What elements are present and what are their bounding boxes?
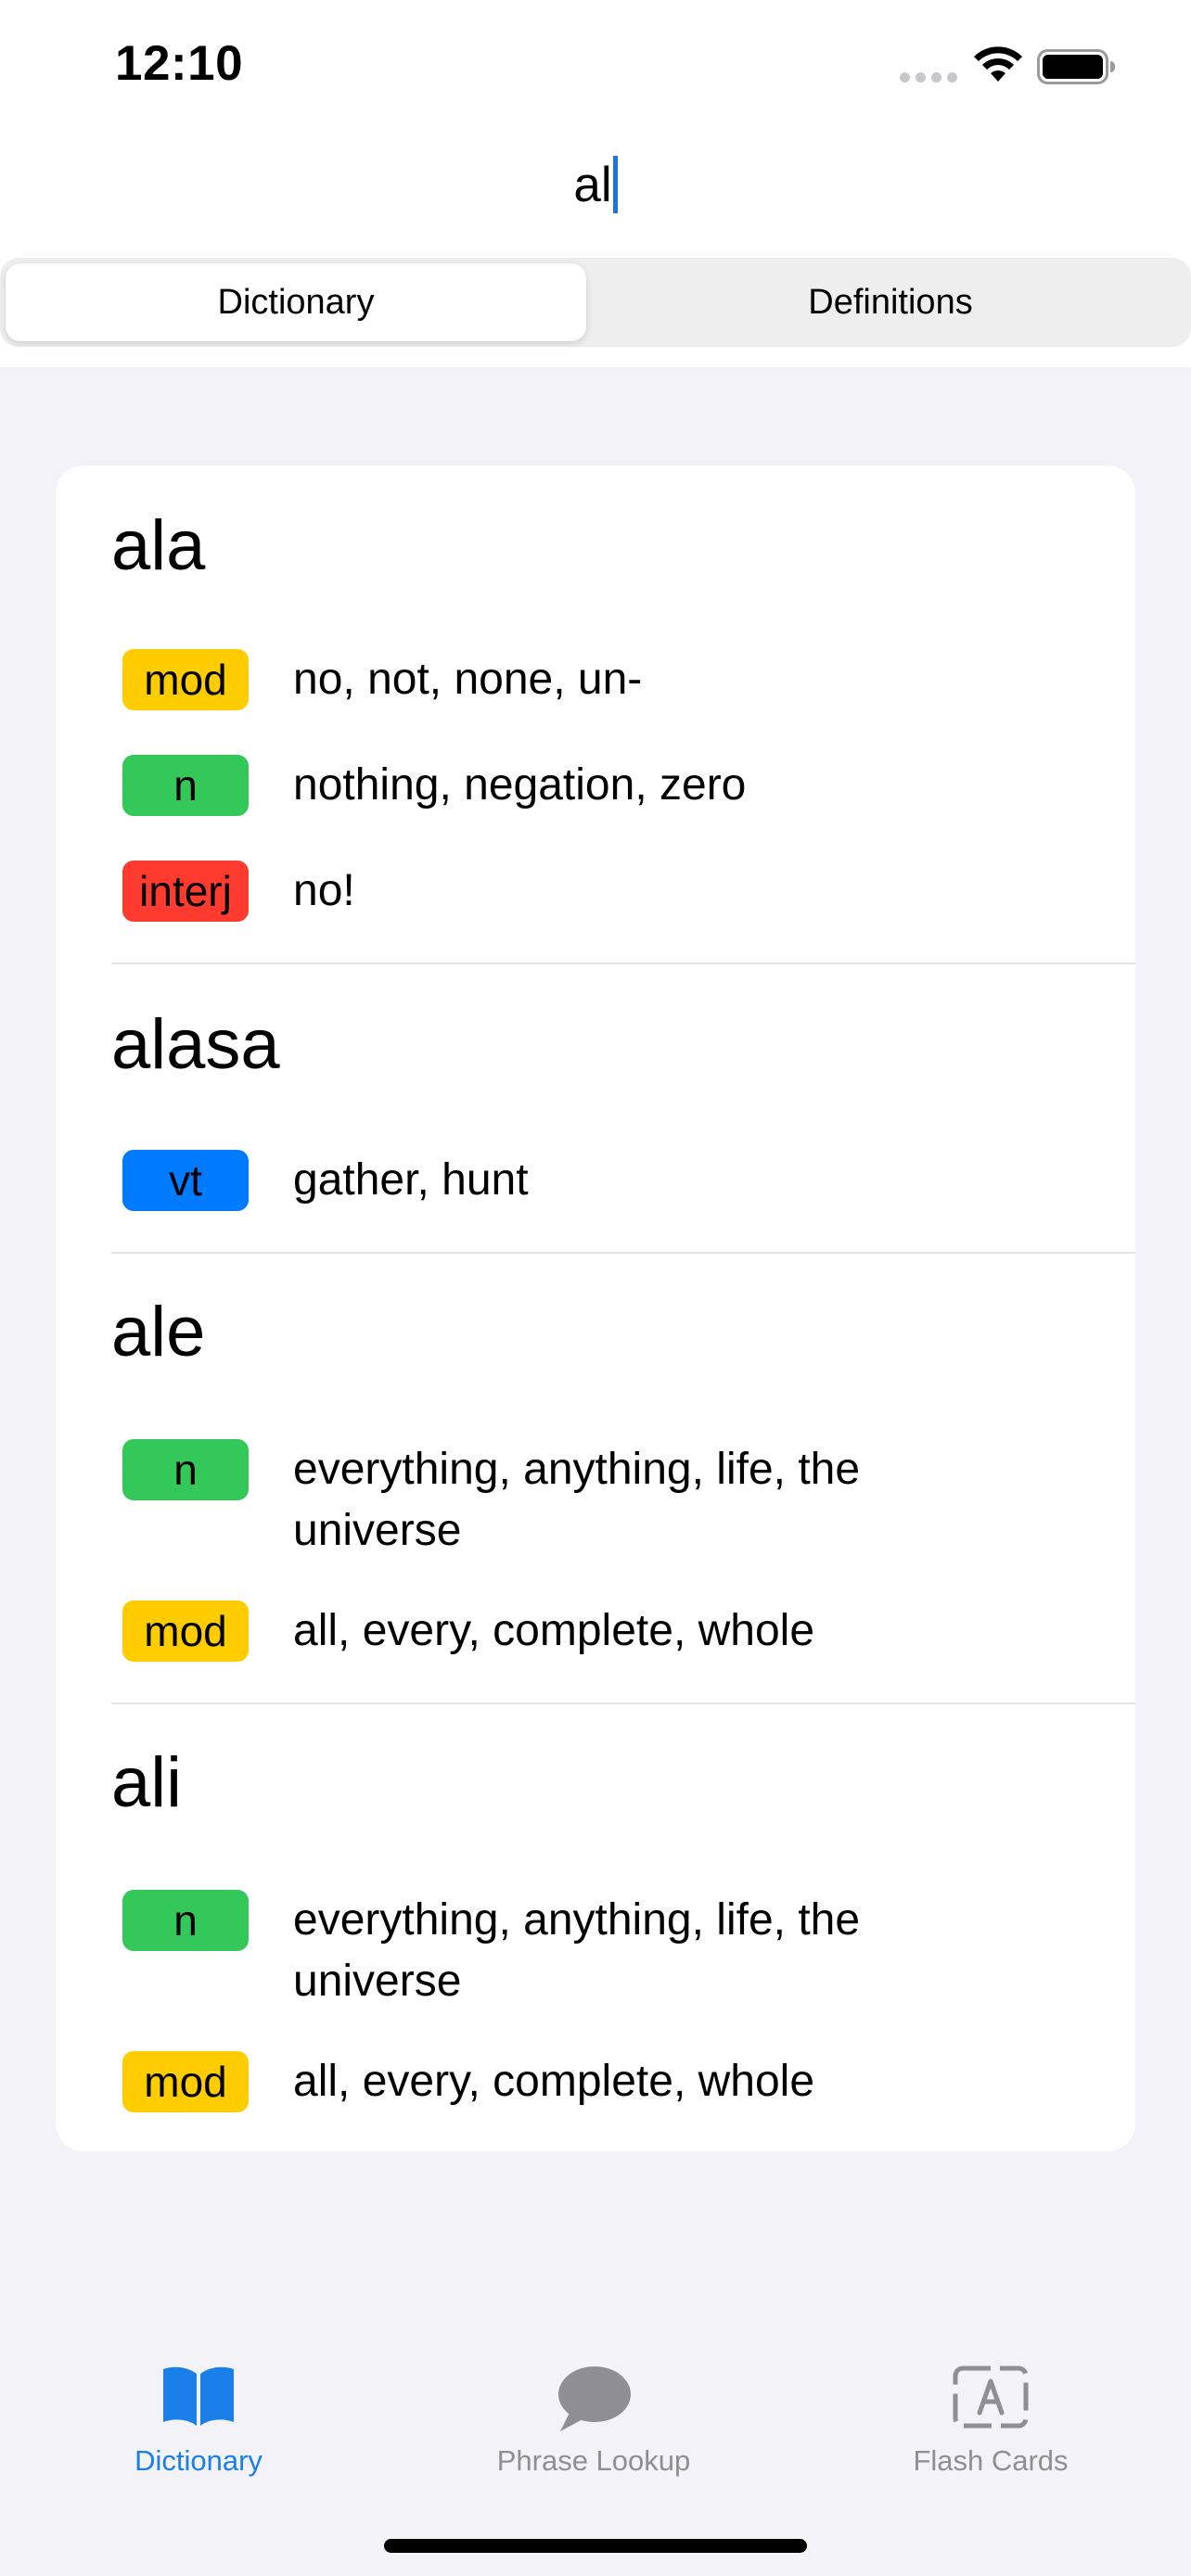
pos-badge-mod: mod — [122, 649, 249, 710]
segment-dictionary[interactable]: Dictionary — [6, 263, 586, 341]
entry-word: ali — [111, 1743, 183, 1822]
definition-text: nothing, negation, zero — [293, 760, 747, 810]
tab-dictionary[interactable]: Dictionary — [50, 2309, 347, 2494]
definition-text: gather, hunt — [293, 1155, 529, 1205]
entry-word: alasa — [111, 1005, 280, 1084]
speech-bubble-icon — [558, 2366, 631, 2431]
wifi-icon — [974, 46, 1022, 82]
flash-card-icon — [953, 2366, 1029, 2429]
pos-badge-interj: interj — [122, 861, 249, 922]
tab-label: Phrase Lookup — [496, 2444, 691, 2477]
definition-text: everything, anything, life, the universe — [293, 1445, 861, 1555]
tab-label: Dictionary — [134, 2444, 263, 2477]
segmented-control: Dictionary Definitions — [0, 258, 1191, 347]
pos-badge-mod: mod — [122, 1600, 249, 1662]
segment-definitions[interactable]: Definitions — [597, 263, 1184, 341]
home-indicator — [384, 2539, 807, 2553]
tab-bar: Dictionary Phrase Lookup Flash Cards — [0, 2309, 1191, 2576]
definition-text: all, every, complete, whole — [293, 1606, 815, 1655]
pos-badge-vt: vt — [122, 1150, 249, 1211]
search-input[interactable]: al — [573, 148, 618, 223]
definition-text: no, not, none, un- — [293, 655, 643, 704]
pos-badge-mod: mod — [122, 2051, 249, 2112]
pos-badge-n: n — [122, 1890, 249, 1951]
tab-phrase-lookup[interactable]: Phrase Lookup — [445, 2309, 742, 2494]
search-text: al — [573, 158, 612, 212]
tab-label: Flash Cards — [913, 2444, 1069, 2477]
battery-icon — [1037, 49, 1115, 84]
tab-flash-cards[interactable]: Flash Cards — [842, 2309, 1139, 2494]
header: 12:10 al Dictionary Definitions — [0, 0, 1191, 367]
entry-divider — [111, 963, 1135, 964]
book-icon — [163, 2366, 234, 2426]
search-field[interactable]: al — [0, 148, 1191, 223]
definition-text: everything, anything, life, the universe — [293, 1895, 861, 2006]
entry-word: ala — [111, 506, 206, 585]
entry-divider — [111, 1702, 1135, 1704]
entry-divider — [111, 1252, 1135, 1254]
pos-badge-n: n — [122, 1439, 249, 1500]
cellular-signal-icon — [900, 72, 957, 83]
pos-badge-n: n — [122, 755, 249, 816]
status-bar: 12:10 — [0, 0, 1191, 139]
definition-text: no! — [293, 866, 355, 915]
status-time: 12:10 — [115, 36, 244, 91]
text-caret — [612, 156, 618, 213]
definition-text: all, every, complete, whole — [293, 2057, 815, 2106]
entry-word: ale — [111, 1293, 206, 1371]
results-card: ala mod no, not, none, un- n nothing, ne… — [56, 465, 1135, 2151]
